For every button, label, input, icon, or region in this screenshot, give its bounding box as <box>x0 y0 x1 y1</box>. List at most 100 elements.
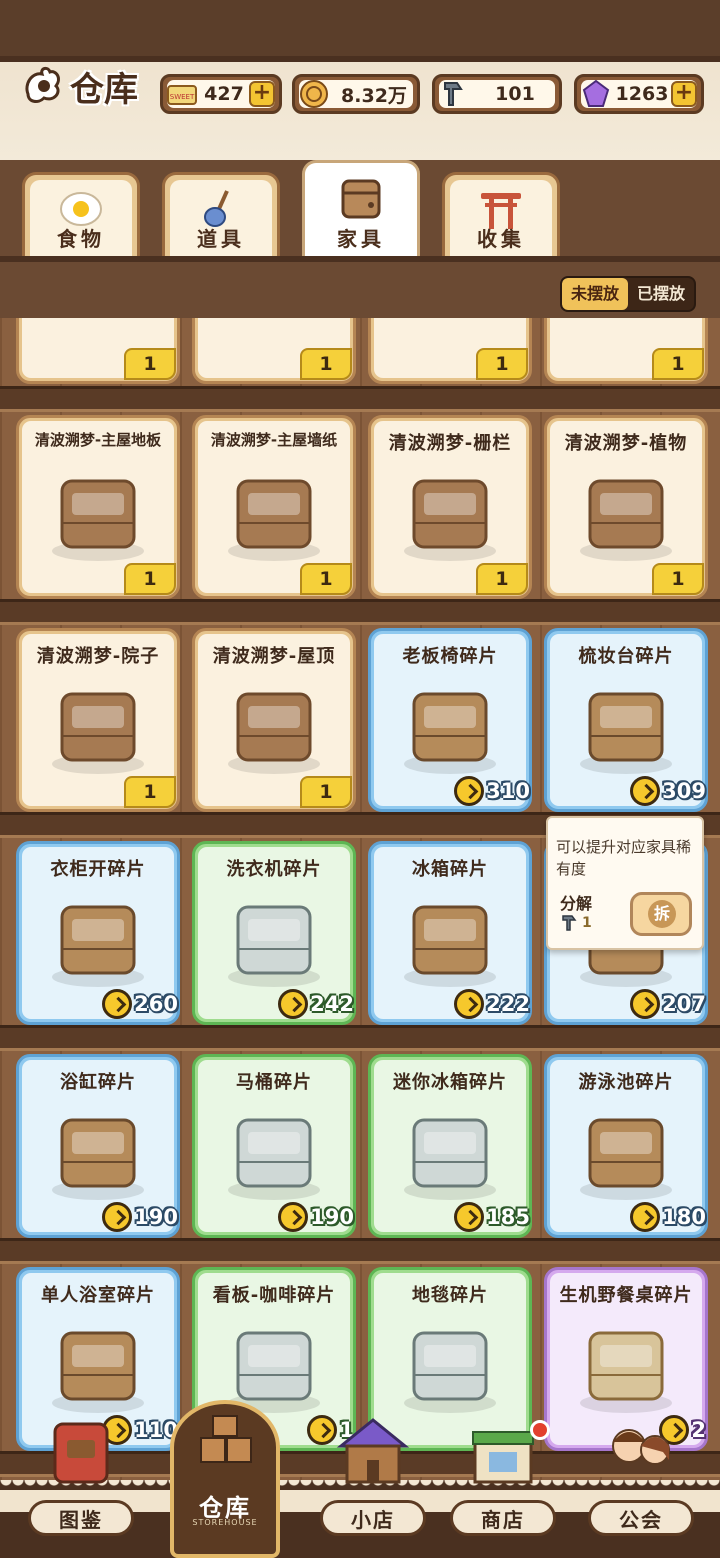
fragment-count: 222 <box>454 989 530 1019</box>
item-name: 马桶碎片 <box>236 1072 312 1093</box>
fragment-tooltip: 可以提升对应家具稀有度 分解 1 拆 <box>546 816 704 950</box>
tab-collection[interactable]: 收集 <box>442 172 560 256</box>
item-name: 看板-咖啡碎片 <box>212 1285 336 1306</box>
nav-store[interactable]: 商店 <box>438 1420 568 1558</box>
add-gem-button[interactable]: + <box>671 81 697 107</box>
picnic-table-icon <box>580 1331 672 1413</box>
item-card[interactable]: 梳妆台碎片 309 <box>544 628 708 812</box>
ticket-counter[interactable]: SWEET 427 + <box>160 74 282 114</box>
item-card[interactable]: 游泳池碎片 180 <box>544 1054 708 1238</box>
decompose-button-label: 拆 <box>648 900 676 928</box>
toilet-icon <box>228 1118 320 1200</box>
item-name: 单人浴室碎片 <box>41 1285 155 1306</box>
tooltip-text: 可以提升对应家具稀有度 <box>556 838 692 878</box>
gem-counter[interactable]: 1263 + <box>574 74 704 114</box>
item-count: 1 <box>124 776 176 808</box>
tab-food[interactable]: 食物 <box>22 172 140 256</box>
fragment-icon <box>278 1202 309 1232</box>
item-card[interactable]: 马桶碎片 190 <box>192 1054 356 1238</box>
shelf-plank <box>0 1238 720 1264</box>
shop-house-icon <box>336 1418 410 1484</box>
tab-furniture[interactable]: 家具 <box>302 160 420 256</box>
ticket-value: 427 <box>204 83 244 105</box>
add-ticket-button[interactable]: + <box>249 81 275 107</box>
item-count: 1 <box>300 776 352 808</box>
item-card[interactable]: 洗衣机碎片 242 <box>192 841 356 1025</box>
item-card[interactable]: 清波溯梦-屋顶 1 <box>192 628 356 812</box>
item-card[interactable]: 冰箱碎片 222 <box>368 841 532 1025</box>
svg-text:SWEET: SWEET <box>170 93 195 101</box>
roof-icon <box>228 692 320 774</box>
filter-placed[interactable]: 已摆放 <box>628 278 694 310</box>
tab-collection-label: 收集 <box>477 227 525 251</box>
item-card[interactable]: 老板椅碎片 310 <box>368 628 532 812</box>
filter-unplaced[interactable]: 未摆放 <box>562 278 628 310</box>
washing-machine-icon <box>228 905 320 987</box>
nav-encyclopedia[interactable]: 图鉴 <box>16 1422 146 1558</box>
item-name: 清波溯梦-院子 <box>36 646 160 667</box>
fragment-count: 260 <box>102 989 178 1019</box>
item-name: 清波溯梦-主屋墙纸 <box>210 431 338 449</box>
fragment-count: 309 <box>630 776 706 806</box>
item-card[interactable]: 浴缸碎片 190 <box>16 1054 180 1238</box>
fragment-icon <box>102 1202 133 1232</box>
rug-icon <box>404 1331 496 1413</box>
bolt-icon <box>562 915 577 931</box>
item-name: 洗衣机碎片 <box>226 859 322 880</box>
office-chair-icon <box>404 692 496 774</box>
decompose-label: 分解 <box>560 894 593 913</box>
coin-icon <box>300 80 328 108</box>
fridge-icon <box>404 905 496 987</box>
page-title: 仓库 <box>22 62 138 110</box>
fragment-number: 242 <box>310 992 354 1016</box>
category-tabs: 食物 道具 家具 收集 <box>0 160 720 256</box>
item-name: 清波溯梦-屋顶 <box>212 646 336 667</box>
decompose-button[interactable]: 拆 <box>630 892 692 936</box>
nav-storehouse[interactable]: 仓库 STOREHOUSE <box>170 1400 280 1558</box>
cat-logo-icon <box>25 66 60 103</box>
item-name: 地毯碎片 <box>412 1285 488 1306</box>
shelf-plank <box>0 1025 720 1051</box>
top-bar: 仓库 SWEET 427 + 8.32万 101 1263 + <box>0 0 720 160</box>
tab-furniture-label: 家具 <box>337 227 385 251</box>
item-name: 生机野餐桌碎片 <box>559 1285 693 1306</box>
nav-little-shop[interactable]: 小店 <box>308 1418 438 1558</box>
fragment-icon <box>630 989 661 1019</box>
item-name: 老板椅碎片 <box>402 646 498 667</box>
fragment-number: 207 <box>662 992 706 1016</box>
fence-icon <box>404 479 496 561</box>
ticket-icon: SWEET <box>167 85 197 105</box>
boxes-icon <box>200 1415 252 1463</box>
nav-store-label: 商店 <box>481 1508 525 1532</box>
item-card[interactable]: 清波溯梦-栅栏 1 <box>368 415 532 599</box>
gem-icon <box>582 79 610 107</box>
fragment-number: 180 <box>662 1205 706 1229</box>
coin-value: 8.32万 <box>341 84 407 107</box>
item-name: 迷你冰箱碎片 <box>393 1072 507 1093</box>
bolt-icon <box>444 82 463 106</box>
couple-icon <box>612 1429 670 1465</box>
item-card[interactable]: 清波溯梦-主屋墙纸 1 <box>192 415 356 599</box>
shower-icon <box>52 1331 144 1413</box>
fragment-number: 2 <box>691 1418 706 1442</box>
nav-encyclopedia-label: 图鉴 <box>59 1508 103 1532</box>
nav-guild[interactable]: 公会 <box>576 1429 706 1558</box>
item-card[interactable]: 迷你冰箱碎片 185 <box>368 1054 532 1238</box>
item-count: 1 <box>300 563 352 595</box>
nav-storehouse-sub: STOREHOUSE <box>192 1518 258 1527</box>
shelf-header-cover: 未摆放 已摆放 <box>0 256 720 318</box>
item-card[interactable]: 清波溯梦-主屋地板 1 <box>16 415 180 599</box>
wallpaper-icon <box>228 479 320 561</box>
fragment-count: 242 <box>278 989 354 1019</box>
item-count: 1 <box>476 563 528 595</box>
tab-tools[interactable]: 道具 <box>162 172 280 256</box>
item-card[interactable]: 衣柜开碎片 260 <box>16 841 180 1025</box>
floor-icon <box>52 479 144 561</box>
item-card[interactable]: 清波溯梦-院子 1 <box>16 628 180 812</box>
placement-filter[interactable]: 未摆放 已摆放 <box>560 276 696 312</box>
bolt-counter: 101 <box>432 74 562 114</box>
yard-icon <box>52 692 144 774</box>
inventory-shelf[interactable]: 未摆放 已摆放 1 1 1 1 未摆放 已摆放 清波溯梦-主屋地板1清波溯梦-主… <box>0 256 720 1486</box>
item-card[interactable]: 清波溯梦-植物 1 <box>544 415 708 599</box>
item-count: 1 <box>652 348 704 380</box>
